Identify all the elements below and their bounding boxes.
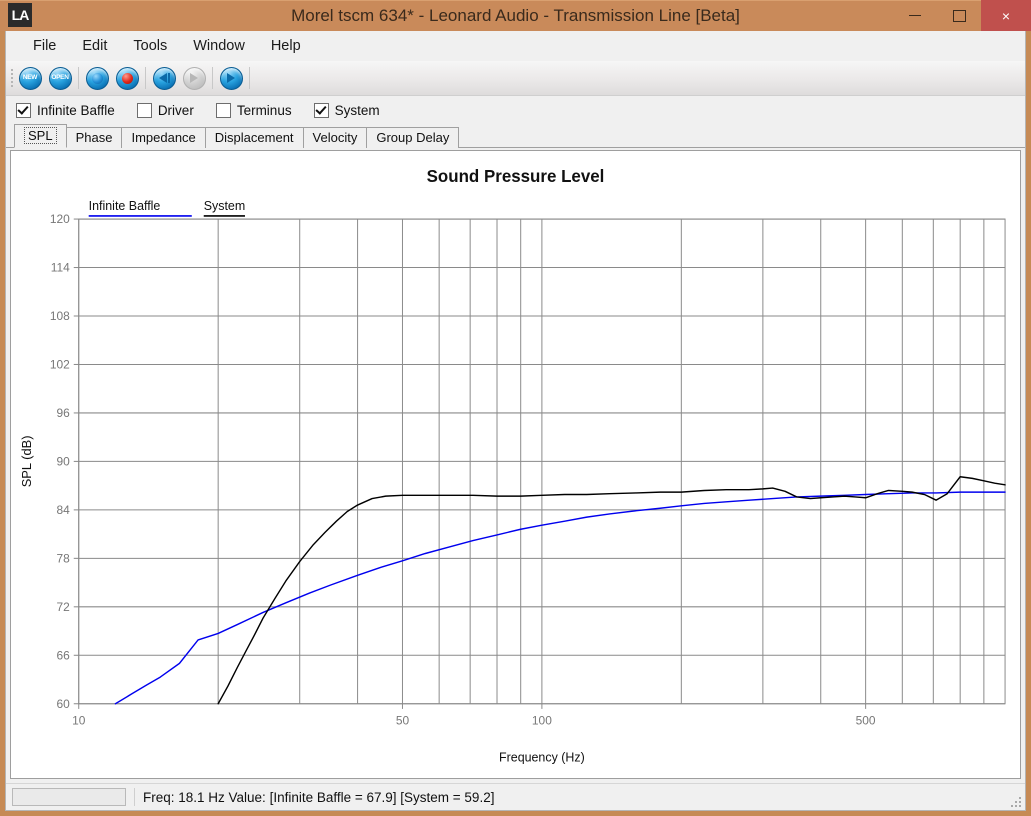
client-area: File Edit Tools Window Help NEW OPEN Inf… [5, 31, 1026, 811]
y-tick-label: 114 [51, 260, 70, 274]
menu-bar: File Edit Tools Window Help [6, 31, 1025, 61]
next-button[interactable] [179, 63, 209, 93]
menu-item-file[interactable]: File [20, 34, 69, 58]
series-line [217, 476, 1006, 705]
tab-phase[interactable]: Phase [65, 127, 123, 148]
legend-label: System [204, 199, 245, 213]
toolbar-grip[interactable] [8, 66, 15, 90]
window-title: Morel tscm 634* - Leonard Audio - Transm… [291, 6, 740, 25]
y-tick-label: 72 [56, 600, 70, 614]
series-line [114, 491, 1006, 705]
status-text: Freq: 18.1 Hz Value: [Infinite Baffle = … [143, 789, 495, 805]
x-tick-label: 500 [856, 713, 876, 727]
y-tick-label: 90 [56, 454, 70, 468]
x-tick-label: 100 [532, 713, 552, 727]
new-button[interactable]: NEW [15, 63, 45, 93]
tab-displacement[interactable]: Displacement [204, 127, 304, 148]
checkbox-label: Terminus [236, 103, 292, 118]
plot-container: Sound Pressure Level Infinite Baffle Syste… [6, 148, 1025, 783]
y-tick-label: 102 [50, 357, 70, 371]
y-tick-label: 78 [56, 551, 70, 565]
blue-orb-icon [85, 66, 109, 90]
run-button[interactable] [216, 63, 246, 93]
window-controls: × [893, 0, 1031, 31]
y-tick-label: 84 [56, 503, 70, 517]
checkbox-label: Infinite Baffle [37, 103, 115, 118]
y-axis-label: SPL (dB) [20, 436, 34, 488]
checkbox-terminus[interactable]: Terminus [215, 103, 292, 118]
open-icon: OPEN [48, 66, 72, 90]
toolbar-separator [212, 67, 213, 89]
menu-item-help[interactable]: Help [258, 34, 314, 58]
resize-grip[interactable] [1008, 794, 1021, 807]
spl-chart-panel[interactable]: Sound Pressure Level Infinite Baffle Syste… [10, 150, 1021, 779]
checkbox-infinite-baffle[interactable]: Infinite Baffle [16, 103, 115, 118]
toolbar-separator [145, 67, 146, 89]
calculate-button[interactable] [82, 63, 112, 93]
curve-visibility-row: Infinite Baffle Driver Terminus System [6, 96, 1025, 125]
app-window: LA Morel tscm 634* - Leonard Audio - Tra… [0, 0, 1031, 816]
tab-group-delay[interactable]: Group Delay [366, 127, 460, 148]
spl-chart[interactable]: Sound Pressure Level Infinite Baffle Syste… [11, 151, 1020, 778]
title-bar: LA Morel tscm 634* - Leonard Audio - Tra… [0, 0, 1031, 31]
tab-bar: SPL Phase Impedance Displacement Velocit… [6, 124, 1025, 148]
minimize-icon [909, 15, 921, 16]
maximize-button[interactable] [937, 0, 981, 31]
toolbar-separator [249, 67, 250, 89]
toolbar: NEW OPEN [6, 61, 1025, 96]
step-forward-icon [182, 66, 206, 90]
y-tick-label: 108 [50, 309, 70, 323]
menu-item-window[interactable]: Window [180, 34, 258, 58]
checkbox-label: Driver [157, 103, 194, 118]
tab-impedance[interactable]: Impedance [121, 127, 206, 148]
red-orb-icon [115, 66, 139, 90]
checkbox-icon [313, 103, 329, 118]
checkbox-label: System [334, 103, 380, 118]
progress-indicator [12, 788, 126, 806]
new-icon: NEW [18, 66, 42, 90]
y-tick-label: 60 [56, 697, 70, 711]
step-back-icon [152, 66, 176, 90]
checkbox-icon [136, 103, 152, 118]
toolbar-separator [78, 67, 79, 89]
close-button[interactable]: × [981, 0, 1031, 31]
x-tick-label: 50 [396, 713, 410, 727]
minimize-button[interactable] [893, 0, 937, 31]
window-bottom-edge [0, 811, 1031, 816]
x-axis-label: Frequency (Hz) [499, 750, 585, 764]
checkbox-icon [215, 103, 231, 118]
tab-spl[interactable]: SPL [14, 124, 67, 148]
chart-title: Sound Pressure Level [427, 166, 605, 186]
open-button[interactable]: OPEN [45, 63, 75, 93]
menu-item-tools[interactable]: Tools [120, 34, 180, 58]
x-tick-label: 10 [72, 713, 86, 727]
tab-velocity[interactable]: Velocity [302, 127, 368, 148]
maximize-icon [952, 9, 966, 22]
status-bar: Freq: 18.1 Hz Value: [Infinite Baffle = … [6, 783, 1025, 810]
previous-button[interactable] [149, 63, 179, 93]
y-tick-label: 66 [56, 648, 70, 662]
menu-item-edit[interactable]: Edit [69, 34, 120, 58]
legend-label: Infinite Baffle [89, 199, 161, 213]
checkbox-system[interactable]: System [313, 103, 380, 118]
checkbox-icon [16, 103, 31, 118]
checkbox-driver[interactable]: Driver [136, 103, 194, 118]
status-separator [134, 788, 135, 806]
y-tick-label: 120 [50, 212, 70, 226]
y-tick-label: 96 [56, 406, 70, 420]
tab-label: SPL [24, 127, 57, 144]
stop-button[interactable] [112, 63, 142, 93]
play-icon [219, 66, 243, 90]
